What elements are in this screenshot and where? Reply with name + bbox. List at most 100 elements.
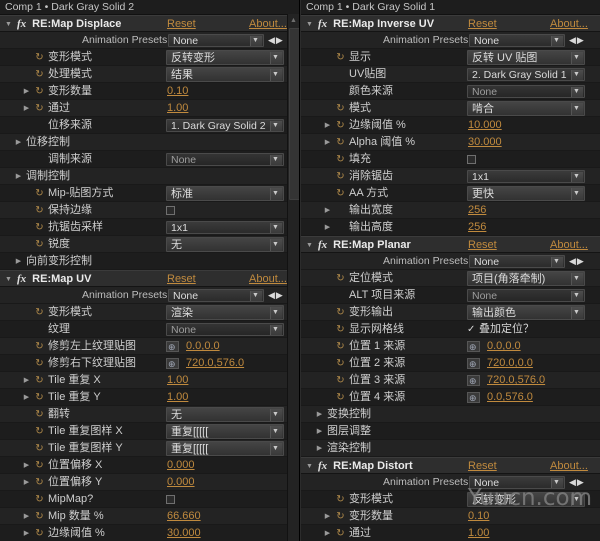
twirl-arrow-icon[interactable] xyxy=(315,440,324,457)
twirl-arrow-icon[interactable] xyxy=(22,372,31,389)
property-row[interactable]: 显示网格线 ✓ 叠加定位？ xyxy=(301,321,600,338)
about-link[interactable]: About... xyxy=(249,271,287,288)
property-value[interactable]: 66.660 xyxy=(167,508,201,525)
effect-header-row[interactable]: fx RE:Map Planar Reset About... xyxy=(301,236,600,253)
stopwatch-icon[interactable] xyxy=(335,270,346,287)
twirl-arrow-icon[interactable] xyxy=(305,16,314,33)
stopwatch-icon[interactable] xyxy=(335,372,346,389)
property-value[interactable]: 0.0,0.0 xyxy=(186,338,220,355)
stopwatch-icon[interactable] xyxy=(335,117,346,134)
property-row[interactable]: 变形输出 输出颜色 xyxy=(301,304,600,321)
twirl-arrow-icon[interactable] xyxy=(323,117,332,134)
stopwatch-icon[interactable] xyxy=(335,525,346,541)
preset-nav-arrows[interactable]: ◀ ▶ xyxy=(268,289,283,302)
preset-nav-arrows[interactable]: ◀ ▶ xyxy=(569,34,584,47)
stopwatch-icon[interactable] xyxy=(34,66,45,83)
stopwatch-icon[interactable] xyxy=(34,474,45,491)
property-value[interactable]: 720.0,0.0 xyxy=(487,355,533,372)
property-row[interactable]: 锐度 无 xyxy=(0,236,299,253)
twirl-arrow-icon[interactable] xyxy=(323,202,332,219)
animation-presets-row[interactable]: Animation Presets:None ◀▶ xyxy=(301,253,600,270)
stopwatch-icon[interactable] xyxy=(34,525,45,541)
property-dropdown[interactable]: None xyxy=(467,289,585,302)
stopwatch-icon[interactable] xyxy=(34,457,45,474)
twirl-arrow-icon[interactable] xyxy=(323,525,332,541)
property-dropdown[interactable]: 标准 xyxy=(166,186,284,201)
next-preset-icon[interactable]: ▶ xyxy=(577,253,584,270)
preset-nav-arrows[interactable]: ◀ ▶ xyxy=(268,34,283,47)
twirl-arrow-icon[interactable] xyxy=(323,134,332,151)
property-value[interactable]: 1.00 xyxy=(167,372,188,389)
stopwatch-icon[interactable] xyxy=(335,185,346,202)
next-preset-icon[interactable]: ▶ xyxy=(276,287,283,304)
about-link[interactable]: About... xyxy=(249,16,287,33)
property-row[interactable]: Alpha 阈值 % 30.000 xyxy=(301,134,600,151)
property-group-row[interactable]: 变换控制 xyxy=(301,406,600,423)
property-row[interactable]: Tile 重复图样 X 重复[[[[[ xyxy=(0,423,299,440)
reset-link[interactable]: Reset xyxy=(468,16,497,33)
next-preset-icon[interactable]: ▶ xyxy=(276,32,283,49)
twirl-arrow-icon[interactable] xyxy=(14,168,23,185)
property-dropdown[interactable]: 啃合 xyxy=(467,101,585,116)
scrollbar-thumb[interactable] xyxy=(289,28,299,200)
stopwatch-icon[interactable] xyxy=(335,355,346,372)
property-dropdown[interactable]: None xyxy=(166,323,284,336)
property-dropdown[interactable]: 重复[[[[[ xyxy=(166,441,284,456)
stopwatch-icon[interactable] xyxy=(335,491,346,508)
stopwatch-icon[interactable] xyxy=(335,508,346,525)
property-row[interactable]: ALT 项目来源 None xyxy=(301,287,600,304)
property-group-row[interactable]: 图层调整 xyxy=(301,423,600,440)
stopwatch-icon[interactable] xyxy=(34,372,45,389)
stopwatch-icon[interactable] xyxy=(34,219,45,236)
stopwatch-icon[interactable] xyxy=(34,304,45,321)
property-row[interactable]: 位置偏移 X 0.000 xyxy=(0,457,299,474)
property-dropdown[interactable]: 1x1 xyxy=(166,221,284,234)
property-row[interactable]: 边缘阈值 % 10.000 xyxy=(301,117,600,134)
stopwatch-icon[interactable] xyxy=(34,185,45,202)
stopwatch-icon[interactable] xyxy=(335,134,346,151)
property-row[interactable]: 位置 1 来源 0.0,0.0 xyxy=(301,338,600,356)
property-row[interactable]: 位移来源 1. Dark Gray Solid 2 xyxy=(0,117,299,134)
property-dropdown[interactable]: 重复[[[[[ xyxy=(166,424,284,439)
effect-name[interactable]: RE:Map UV xyxy=(32,271,91,288)
twirl-arrow-icon[interactable] xyxy=(315,423,324,440)
point-picker-icon[interactable] xyxy=(467,356,480,373)
prev-preset-icon[interactable]: ◀ xyxy=(569,32,576,49)
prev-preset-icon[interactable]: ◀ xyxy=(569,253,576,270)
property-dropdown[interactable]: 项目(角落牵制) xyxy=(467,271,585,286)
property-group-row[interactable]: 向前变形控制 xyxy=(0,253,299,270)
twirl-arrow-icon[interactable] xyxy=(4,271,13,288)
scrollbar-left[interactable] xyxy=(287,14,299,541)
property-row[interactable]: 变形模式 渲染 xyxy=(0,304,299,321)
property-dropdown[interactable]: 结果 xyxy=(166,67,284,82)
animation-presets-row[interactable]: Animation Presets:None ◀▶ xyxy=(301,32,600,49)
stopwatch-icon[interactable] xyxy=(34,508,45,525)
property-value[interactable]: 1.00 xyxy=(167,389,188,406)
reset-link[interactable]: Reset xyxy=(468,237,497,254)
stopwatch-icon[interactable] xyxy=(34,406,45,423)
twirl-arrow-icon[interactable] xyxy=(22,389,31,406)
reset-link[interactable]: Reset xyxy=(167,271,196,288)
property-row[interactable]: 通过 1.00 xyxy=(301,525,600,541)
stopwatch-icon[interactable] xyxy=(34,236,45,253)
twirl-arrow-icon[interactable] xyxy=(22,474,31,491)
animation-presets-dropdown[interactable]: None xyxy=(469,255,565,268)
twirl-arrow-icon[interactable] xyxy=(315,406,324,423)
effect-header-row[interactable]: fx RE:Map Displace Reset About... xyxy=(0,15,299,32)
effect-header-row[interactable]: fx RE:Map Distort Reset About... xyxy=(301,457,600,474)
stopwatch-icon[interactable] xyxy=(34,491,45,508)
reset-link[interactable]: Reset xyxy=(468,458,497,475)
property-dropdown[interactable]: 1x1 xyxy=(467,170,585,183)
about-link[interactable]: About... xyxy=(550,237,588,254)
property-group-row[interactable]: 渲染控制 xyxy=(301,440,600,457)
point-picker-icon[interactable] xyxy=(166,356,179,373)
property-row[interactable]: Mip 数量 % 66.660 xyxy=(0,508,299,525)
animation-presets-dropdown[interactable]: None xyxy=(469,34,565,47)
property-row[interactable]: Tile 重复图样 Y 重复[[[[[ xyxy=(0,440,299,457)
twirl-arrow-icon[interactable] xyxy=(323,219,332,236)
property-row[interactable]: 模式 啃合 xyxy=(301,100,600,117)
checkbox[interactable] xyxy=(467,155,476,164)
effect-name[interactable]: RE:Map Inverse UV xyxy=(333,16,434,33)
stopwatch-icon[interactable] xyxy=(335,168,346,185)
effect-name[interactable]: RE:Map Displace xyxy=(32,16,121,33)
